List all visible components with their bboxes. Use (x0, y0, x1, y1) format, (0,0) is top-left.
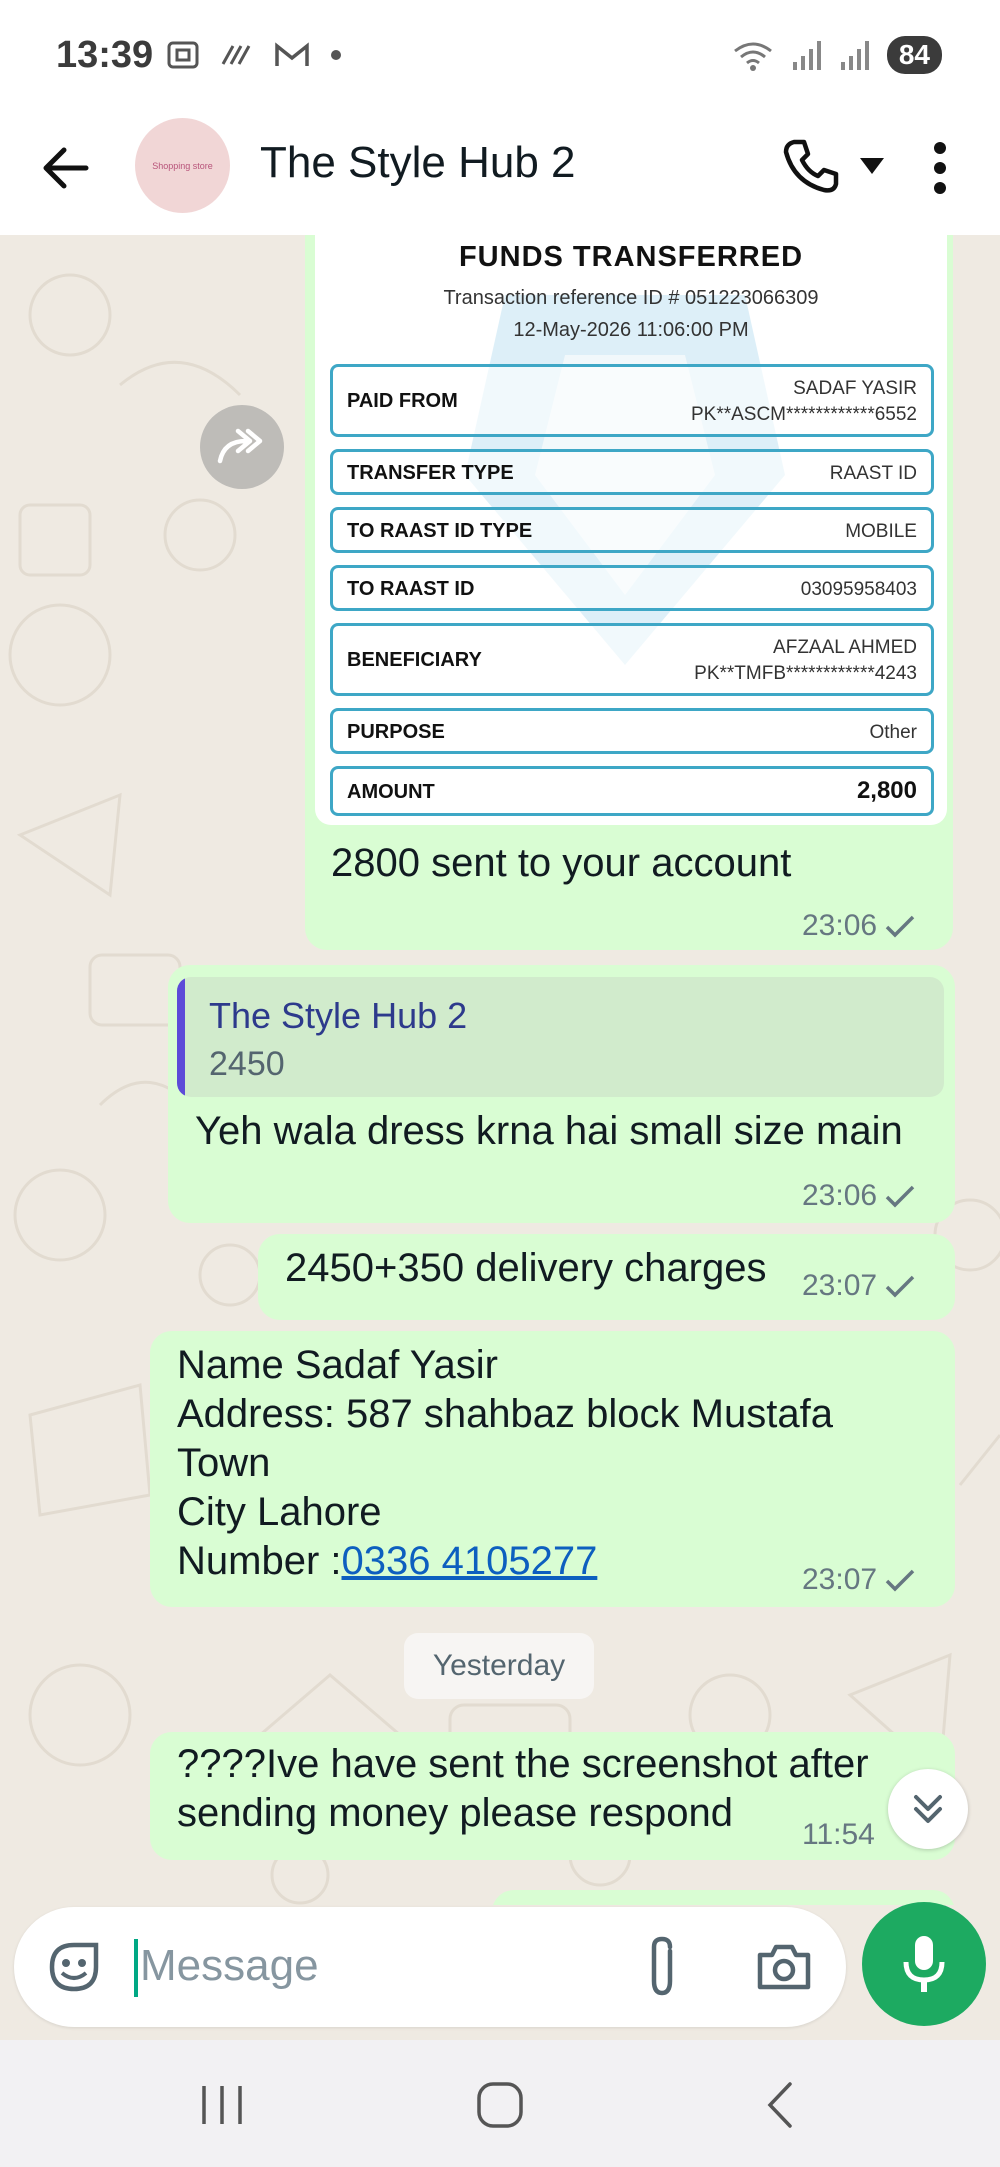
row-value: 2,800 (856, 777, 917, 804)
row-value: AFZAAL AHMED (773, 637, 917, 658)
quote-accent-bar (177, 977, 185, 1097)
message-time: 23:07 (802, 1269, 878, 1302)
message-text: 2450+350 delivery charges (285, 1246, 767, 1290)
battery-indicator: 84 (886, 36, 942, 74)
message-time: 11:54 (802, 1818, 875, 1851)
back-nav-icon[interactable] (750, 2080, 810, 2130)
quoted-sender: The Style Hub 2 (209, 995, 468, 1036)
wifi-icon (733, 42, 772, 71)
row-label: PAID FROM (347, 390, 458, 412)
message-line: sending money please respond (177, 1791, 733, 1835)
day-separator: Yesterday (404, 1633, 594, 1699)
quoted-message[interactable]: The Style Hub 2 2450 (177, 977, 944, 1097)
row-value-account: PK**TMFB************4243 (694, 663, 917, 684)
receipt-row-purpose: PURPOSE Other (330, 708, 934, 754)
row-label: BENEFICIARY (347, 649, 482, 671)
avatar[interactable]: Shopping store (135, 118, 230, 213)
receipt-row-raast-id-type: TO RAAST ID TYPE MOBILE (330, 507, 934, 553)
system-icons: 84 (731, 36, 942, 74)
message-meta: 23:06 (802, 909, 915, 943)
row-value-account: PK**ASCM************6552 (690, 404, 917, 425)
message-text: Yeh wala dress krna hai small size main (195, 1109, 903, 1153)
quoted-text: 2450 (209, 1045, 285, 1083)
message-composer (14, 1907, 846, 2027)
text-caret (134, 1939, 138, 1997)
microphone-icon (903, 1936, 945, 1992)
message-line: Town (177, 1441, 271, 1485)
chevron-down-icon[interactable] (858, 154, 886, 178)
chat-title[interactable]: The Style Hub 2 (260, 138, 576, 188)
receipt-image[interactable]: FUNDS TRANSFERRED Transaction reference … (315, 235, 947, 825)
message-line: Number :0336 4105277 (177, 1537, 597, 1586)
message-meta: 23:07 (802, 1563, 915, 1597)
attachment-icon[interactable] (632, 1935, 692, 1999)
row-label: TO RAAST ID (347, 578, 475, 600)
phone-link[interactable]: 0336 4105277 (342, 1539, 598, 1583)
message-meta: 23:06 (802, 1179, 915, 1213)
signal-icon (792, 41, 821, 70)
row-label: TO RAAST ID TYPE (347, 520, 533, 542)
receipt-row-paid-from: PAID FROM SADAF YASIR PK**ASCM**********… (330, 364, 934, 437)
row-value: SADAF YASIR (793, 378, 917, 399)
scroll-to-bottom-button[interactable] (888, 1769, 968, 1849)
receipt-row-transfer-type: TRANSFER TYPE RAAST ID (330, 449, 934, 495)
screenshot-icon (167, 41, 199, 69)
message-bubble-partial[interactable] (492, 1890, 955, 1905)
message-time: 23:06 (802, 909, 878, 942)
emoji-sticker-icon[interactable] (44, 1937, 104, 1997)
message-meta: 23:07 (802, 1269, 915, 1303)
message-line: Name Sadaf Yasir (177, 1343, 498, 1387)
receipt-row-amount: AMOUNT 2,800 (330, 766, 934, 816)
camera-icon[interactable] (754, 1937, 814, 1997)
receipt-reference: Transaction reference ID # 051223066309 (443, 287, 819, 309)
chat-header: Shopping store The Style Hub 2 (0, 110, 1000, 235)
back-arrow-icon[interactable] (38, 140, 94, 196)
system-navigation-bar (0, 2040, 1000, 2167)
message-text: 2800 sent to your account (331, 841, 792, 885)
sent-check-icon (885, 1275, 915, 1298)
row-value: MOBILE (845, 521, 917, 542)
receipt-title: FUNDS TRANSFERRED (458, 241, 804, 273)
sent-check-icon (885, 915, 915, 938)
message-time: 23:06 (802, 1179, 878, 1212)
avatar-text: Shopping store (152, 160, 213, 171)
recent-apps-icon[interactable] (192, 2080, 252, 2130)
row-label: AMOUNT (347, 781, 435, 803)
receipt-row-beneficiary: BENEFICIARY AFZAAL AHMED PK**TMFB*******… (330, 623, 934, 696)
message-input[interactable] (140, 1933, 620, 1999)
forward-icon (217, 428, 263, 464)
gmail-icon (275, 42, 309, 66)
forward-button[interactable] (200, 405, 284, 489)
status-bar: 13:39 84 (0, 0, 1000, 110)
sent-check-icon (885, 1569, 915, 1592)
number-prefix: Number : (177, 1539, 342, 1583)
double-chevron-down-icon (914, 1795, 942, 1823)
home-icon[interactable] (470, 2080, 530, 2130)
message-time: 23:07 (802, 1563, 878, 1596)
call-forward-icon (221, 45, 251, 65)
more-vert-icon[interactable] (930, 140, 950, 196)
status-time: 13:39 (56, 34, 154, 76)
receipt-row-raast-id: TO RAAST ID 03095958403 (330, 565, 934, 611)
row-value: Other (869, 722, 917, 743)
message-line: Address: 587 shahbaz block Mustafa (177, 1392, 833, 1436)
voice-message-button[interactable] (862, 1902, 986, 2026)
message-meta: 11:54 (802, 1818, 875, 1852)
message-line: ????Ive have sent the screenshot after (177, 1742, 869, 1786)
row-label: TRANSFER TYPE (347, 462, 514, 484)
sent-check-icon (885, 1185, 915, 1208)
notification-icons (165, 38, 343, 72)
row-value: 03095958403 (800, 579, 917, 600)
message-line: City Lahore (177, 1490, 382, 1534)
phone-icon[interactable] (780, 136, 840, 196)
chat-area[interactable]: FUNDS TRANSFERRED Transaction reference … (0, 235, 1000, 1905)
dot-icon (331, 50, 341, 60)
signal-icon (840, 41, 869, 70)
receipt-datetime: 12-May-2026 11:06:00 PM (513, 319, 749, 341)
row-value: RAAST ID (829, 463, 917, 484)
row-label: PURPOSE (347, 721, 445, 743)
